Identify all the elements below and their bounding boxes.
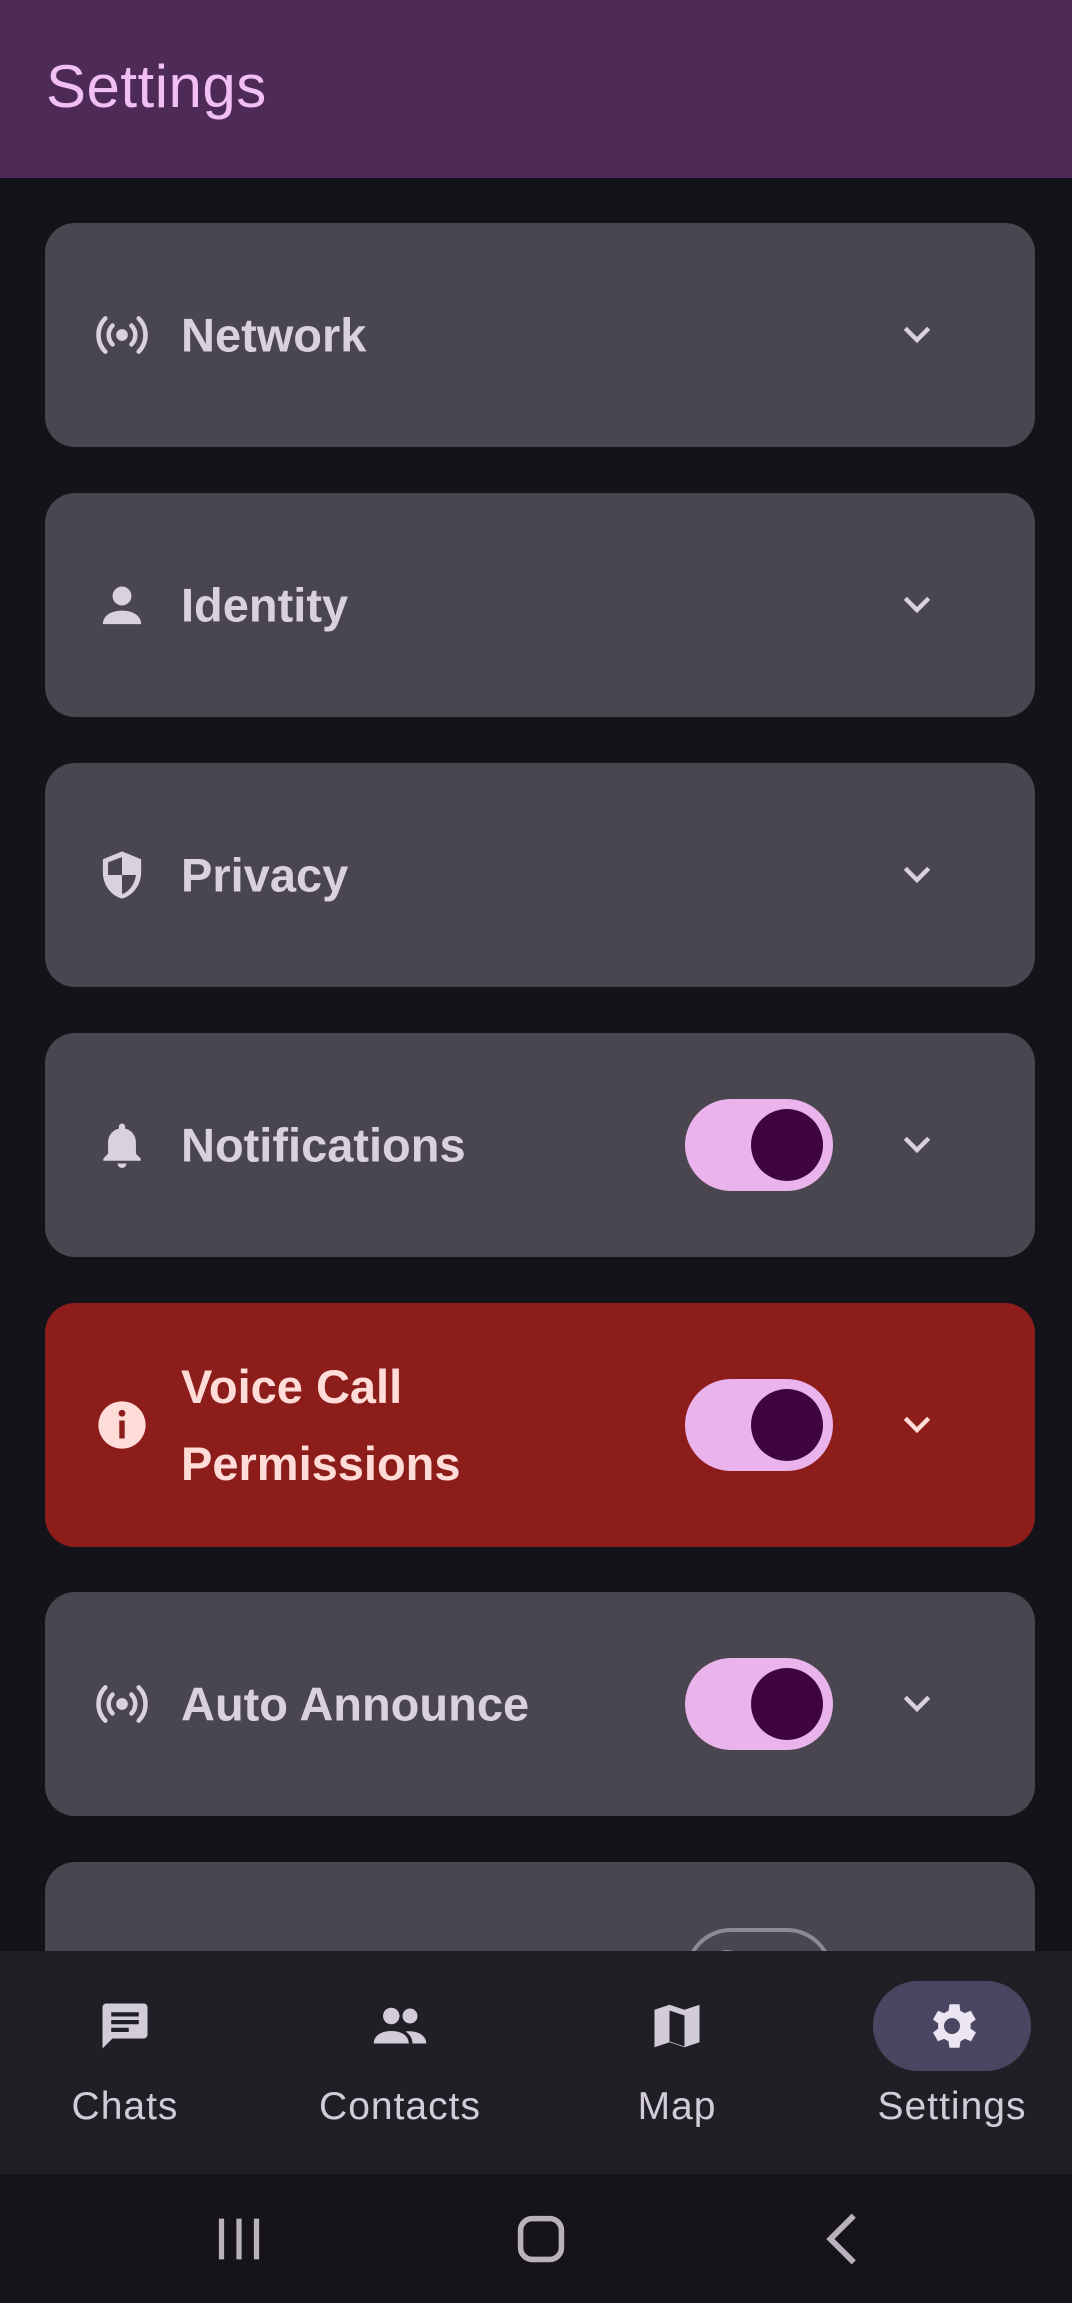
nav-label: Map <box>637 2085 717 2128</box>
nav-item-settings[interactable]: Settings <box>827 1951 1072 2174</box>
toggle-knob <box>751 1668 823 1740</box>
section-label: Network <box>181 308 367 362</box>
partial-section-toggle[interactable] <box>685 1928 833 1951</box>
contacts-icon <box>373 2007 427 2044</box>
nav-label: Contacts <box>319 2085 481 2128</box>
chevron-down-icon[interactable] <box>897 585 937 625</box>
app-bar: Settings <box>0 0 1072 178</box>
broadcast-icon <box>96 316 148 354</box>
map-icon <box>654 2004 700 2048</box>
voice-call-permissions-toggle[interactable] <box>685 1379 833 1471</box>
section-label: Auto Announce <box>181 1677 530 1731</box>
settings-section-notifications[interactable]: Notifications <box>45 1033 1035 1257</box>
chevron-down-icon[interactable] <box>897 315 937 355</box>
section-label: Notifications <box>181 1118 466 1172</box>
settings-section-voice-call-permissions[interactable]: Voice Call Permissions <box>45 1303 1035 1547</box>
info-icon <box>98 1401 146 1449</box>
section-label: Voice Call Permissions <box>181 1360 461 1490</box>
nav-label: Settings <box>877 2085 1027 2128</box>
section-label: Privacy <box>181 848 349 902</box>
auto-announce-toggle[interactable] <box>685 1658 833 1750</box>
broadcast-icon <box>96 1685 148 1723</box>
system-navigation-bar <box>0 2174 1072 2303</box>
bell-icon <box>103 1123 141 1168</box>
toggle-knob <box>751 1109 823 1181</box>
chat-icon <box>102 2003 148 2049</box>
gear-icon <box>933 2004 976 2048</box>
settings-section-auto-announce[interactable]: Auto Announce <box>45 1592 1035 1816</box>
chevron-down-icon[interactable] <box>897 1405 937 1445</box>
nav-item-contacts[interactable]: Contacts <box>275 1951 525 2174</box>
nav-label: Chats <box>71 2085 179 2128</box>
nav-item-chats[interactable]: Chats <box>0 1951 250 2174</box>
chevron-down-icon[interactable] <box>897 1125 937 1165</box>
chevron-down-icon[interactable] <box>897 855 937 895</box>
shield-icon <box>102 851 142 899</box>
notifications-toggle[interactable] <box>685 1099 833 1191</box>
bottom-navigation: Chats Contacts Map Settings <box>0 1951 1072 2174</box>
settings-section-network[interactable]: Network <box>45 223 1035 447</box>
settings-section-identity[interactable]: Identity <box>45 493 1035 717</box>
settings-section-privacy[interactable]: Privacy <box>45 763 1035 987</box>
toggle-knob <box>751 1389 823 1461</box>
page-title: Settings <box>46 53 267 120</box>
section-label: Identity <box>181 578 349 632</box>
recents-icon[interactable] <box>204 2204 274 2274</box>
settings-list[interactable]: Network Identity Privacy Notifications V… <box>0 178 1072 1951</box>
chevron-down-icon[interactable] <box>897 1684 937 1724</box>
back-icon[interactable] <box>810 2204 880 2274</box>
person-icon <box>102 586 142 625</box>
settings-section-partial[interactable] <box>45 1862 1035 1951</box>
nav-item-map[interactable]: Map <box>552 1951 802 2174</box>
home-icon[interactable] <box>506 2204 576 2274</box>
